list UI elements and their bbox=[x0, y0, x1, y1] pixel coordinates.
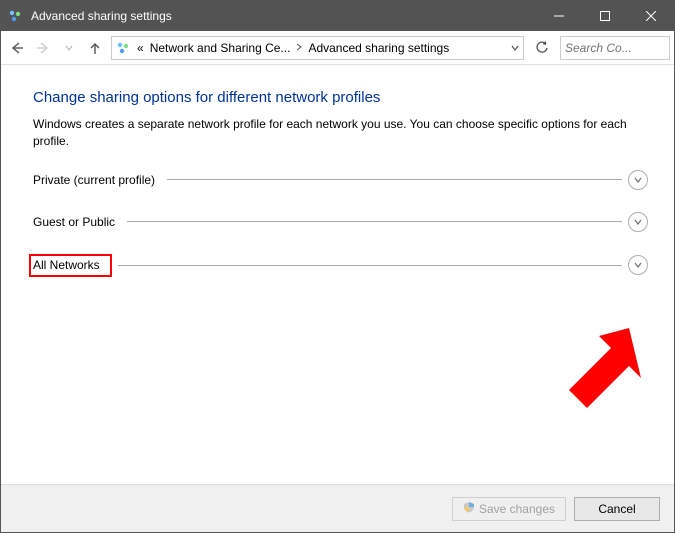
breadcrumb-dropdown[interactable] bbox=[507, 44, 523, 52]
breadcrumb[interactable]: « Network and Sharing Ce... Advanced sha… bbox=[111, 36, 524, 60]
save-changes-button[interactable]: Save changes bbox=[452, 497, 566, 521]
close-button[interactable] bbox=[628, 1, 674, 31]
cancel-button[interactable]: Cancel bbox=[574, 497, 660, 521]
navbar: « Network and Sharing Ce... Advanced sha… bbox=[1, 31, 674, 65]
section-label-guest: Guest or Public bbox=[33, 215, 121, 229]
titlebar: Advanced sharing settings bbox=[1, 1, 674, 31]
save-label: Save changes bbox=[479, 502, 555, 516]
section-all-networks: All Networks bbox=[33, 254, 648, 277]
breadcrumb-item-2[interactable]: Advanced sharing settings bbox=[305, 41, 452, 55]
divider bbox=[127, 221, 622, 222]
location-icon bbox=[112, 41, 134, 55]
section-private: Private (current profile) bbox=[33, 170, 648, 190]
page-heading: Change sharing options for different net… bbox=[33, 89, 648, 106]
minimize-button[interactable] bbox=[536, 1, 582, 31]
content-area: Change sharing options for different net… bbox=[1, 65, 674, 484]
section-guest: Guest or Public bbox=[33, 212, 648, 232]
cancel-label: Cancel bbox=[598, 502, 635, 516]
expand-all-networks-button[interactable] bbox=[628, 255, 648, 275]
section-label-all: All Networks bbox=[33, 258, 106, 272]
breadcrumb-item-1[interactable]: Network and Sharing Ce... bbox=[147, 41, 294, 55]
refresh-button[interactable] bbox=[530, 36, 554, 60]
window-frame: Advanced sharing settings bbox=[0, 0, 675, 533]
annotation-highlight: All Networks bbox=[29, 254, 112, 277]
divider bbox=[167, 179, 622, 180]
app-icon bbox=[1, 9, 29, 23]
window-controls bbox=[536, 1, 674, 31]
divider bbox=[118, 265, 622, 266]
search-input[interactable] bbox=[561, 41, 675, 55]
shield-icon bbox=[463, 501, 475, 516]
chevron-right-icon bbox=[293, 42, 305, 54]
section-label-private: Private (current profile) bbox=[33, 173, 161, 187]
expand-guest-button[interactable] bbox=[628, 212, 648, 232]
forward-button[interactable] bbox=[31, 36, 55, 60]
back-button[interactable] bbox=[5, 36, 29, 60]
maximize-button[interactable] bbox=[582, 1, 628, 31]
breadcrumb-prefix[interactable]: « bbox=[134, 41, 147, 55]
page-subtext: Windows creates a separate network profi… bbox=[33, 116, 633, 150]
up-button[interactable] bbox=[83, 36, 107, 60]
footer: Save changes Cancel bbox=[1, 484, 674, 532]
search-box[interactable] bbox=[560, 36, 670, 60]
annotation-arrow bbox=[539, 318, 649, 428]
window-title: Advanced sharing settings bbox=[29, 9, 536, 23]
expand-private-button[interactable] bbox=[628, 170, 648, 190]
recent-dropdown[interactable] bbox=[57, 36, 81, 60]
